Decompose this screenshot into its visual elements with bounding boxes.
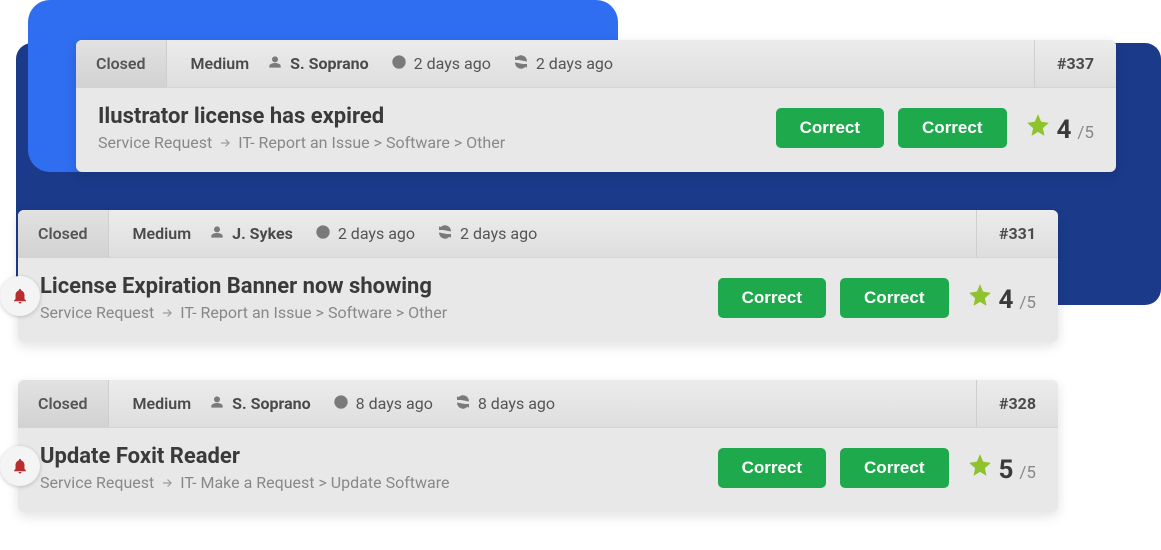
refresh-icon: [437, 224, 453, 244]
ticket-id: #331: [976, 210, 1058, 257]
priority-label: Medium: [109, 394, 210, 413]
created-label: 2 days ago: [338, 224, 415, 243]
rating-value: 5: [999, 455, 1014, 485]
breadcrumb: Service Request IT- Make a Request > Upd…: [40, 473, 718, 492]
correct-button[interactable]: Correct: [776, 108, 884, 148]
rating-max: /5: [1077, 123, 1094, 143]
user-icon: [209, 224, 225, 244]
ticket-header: Closed Medium J. Sykes 2 days ago 2 days…: [18, 210, 1058, 258]
breadcrumb-type: Service Request: [40, 303, 154, 322]
correct-button[interactable]: Correct: [840, 278, 948, 318]
assignee-name: J. Sykes: [232, 224, 293, 243]
ticket-id: #328: [976, 380, 1058, 427]
correct-button[interactable]: Correct: [898, 108, 1006, 148]
created-label: 2 days ago: [414, 54, 491, 73]
ticket-header: Closed Medium S. Soprano 2 days ago 2 da…: [76, 40, 1116, 88]
rating-max: /5: [1019, 463, 1036, 483]
ticket-body: Update Foxit Reader Service Request IT- …: [18, 428, 1058, 512]
breadcrumb-path: IT- Report an Issue > Software > Other: [238, 133, 505, 152]
rating-max: /5: [1019, 293, 1036, 313]
updated-time: 8 days ago: [455, 394, 577, 414]
updated-time: 2 days ago: [437, 224, 559, 244]
breadcrumb-type: Service Request: [40, 473, 154, 492]
created-label: 8 days ago: [356, 394, 433, 413]
ticket-header: Closed Medium S. Soprano 8 days ago 8 da…: [18, 380, 1058, 428]
updated-time: 2 days ago: [513, 54, 635, 74]
created-time: 8 days ago: [333, 394, 455, 414]
priority-label: Medium: [109, 224, 210, 243]
updated-label: 8 days ago: [478, 394, 555, 413]
star-icon: [967, 282, 993, 312]
breadcrumb: Service Request IT- Report an Issue > So…: [40, 303, 718, 322]
ticket-card[interactable]: Closed Medium S. Soprano 8 days ago 8 da…: [18, 380, 1058, 512]
updated-label: 2 days ago: [536, 54, 613, 73]
refresh-icon: [513, 54, 529, 74]
updated-label: 2 days ago: [460, 224, 537, 243]
ticket-title: License Expiration Banner now showing: [40, 274, 718, 299]
star-icon: [1025, 112, 1051, 142]
ticket-title: Ilustrator license has expired: [98, 104, 776, 129]
star-icon: [967, 452, 993, 482]
ticket-card[interactable]: Closed Medium S. Soprano 2 days ago 2 da…: [76, 40, 1116, 172]
assignee: S. Soprano: [267, 54, 391, 74]
clock-icon: [391, 54, 407, 74]
ticket-list: Closed Medium S. Soprano 2 days ago 2 da…: [18, 40, 1143, 550]
clock-icon: [333, 394, 349, 414]
assignee: J. Sykes: [209, 224, 315, 244]
rating-value: 4: [1057, 115, 1072, 145]
rating-value: 4: [999, 285, 1014, 315]
bell-icon: [11, 287, 29, 305]
notification-badge[interactable]: [0, 446, 40, 486]
breadcrumb-path: IT- Make a Request > Update Software: [180, 473, 449, 492]
arrow-right-icon: [218, 136, 232, 150]
breadcrumb: Service Request IT- Report an Issue > So…: [98, 133, 776, 152]
rating: 4 /5: [1025, 112, 1095, 145]
breadcrumb-path: IT- Report an Issue > Software > Other: [180, 303, 447, 322]
breadcrumb-type: Service Request: [98, 133, 212, 152]
status-badge: Closed: [76, 40, 167, 87]
ticket-id: #337: [1034, 40, 1116, 87]
rating: 5 /5: [967, 452, 1037, 485]
ticket-title: Update Foxit Reader: [40, 444, 718, 469]
correct-button[interactable]: Correct: [718, 448, 826, 488]
clock-icon: [315, 224, 331, 244]
rating: 4 /5: [967, 282, 1037, 315]
created-time: 2 days ago: [315, 224, 437, 244]
created-time: 2 days ago: [391, 54, 513, 74]
status-badge: Closed: [18, 380, 109, 427]
assignee: S. Soprano: [209, 394, 333, 414]
assignee-name: S. Soprano: [290, 54, 369, 73]
refresh-icon: [455, 394, 471, 414]
ticket-body: License Expiration Banner now showing Se…: [18, 258, 1058, 342]
assignee-name: S. Soprano: [232, 394, 311, 413]
ticket-card[interactable]: Closed Medium J. Sykes 2 days ago 2 days…: [18, 210, 1058, 342]
user-icon: [209, 394, 225, 414]
arrow-right-icon: [160, 476, 174, 490]
user-icon: [267, 54, 283, 74]
arrow-right-icon: [160, 306, 174, 320]
correct-button[interactable]: Correct: [840, 448, 948, 488]
bell-icon: [11, 457, 29, 475]
correct-button[interactable]: Correct: [718, 278, 826, 318]
priority-label: Medium: [167, 54, 268, 73]
ticket-body: Ilustrator license has expired Service R…: [76, 88, 1116, 172]
notification-badge[interactable]: [0, 276, 40, 316]
status-badge: Closed: [18, 210, 109, 257]
